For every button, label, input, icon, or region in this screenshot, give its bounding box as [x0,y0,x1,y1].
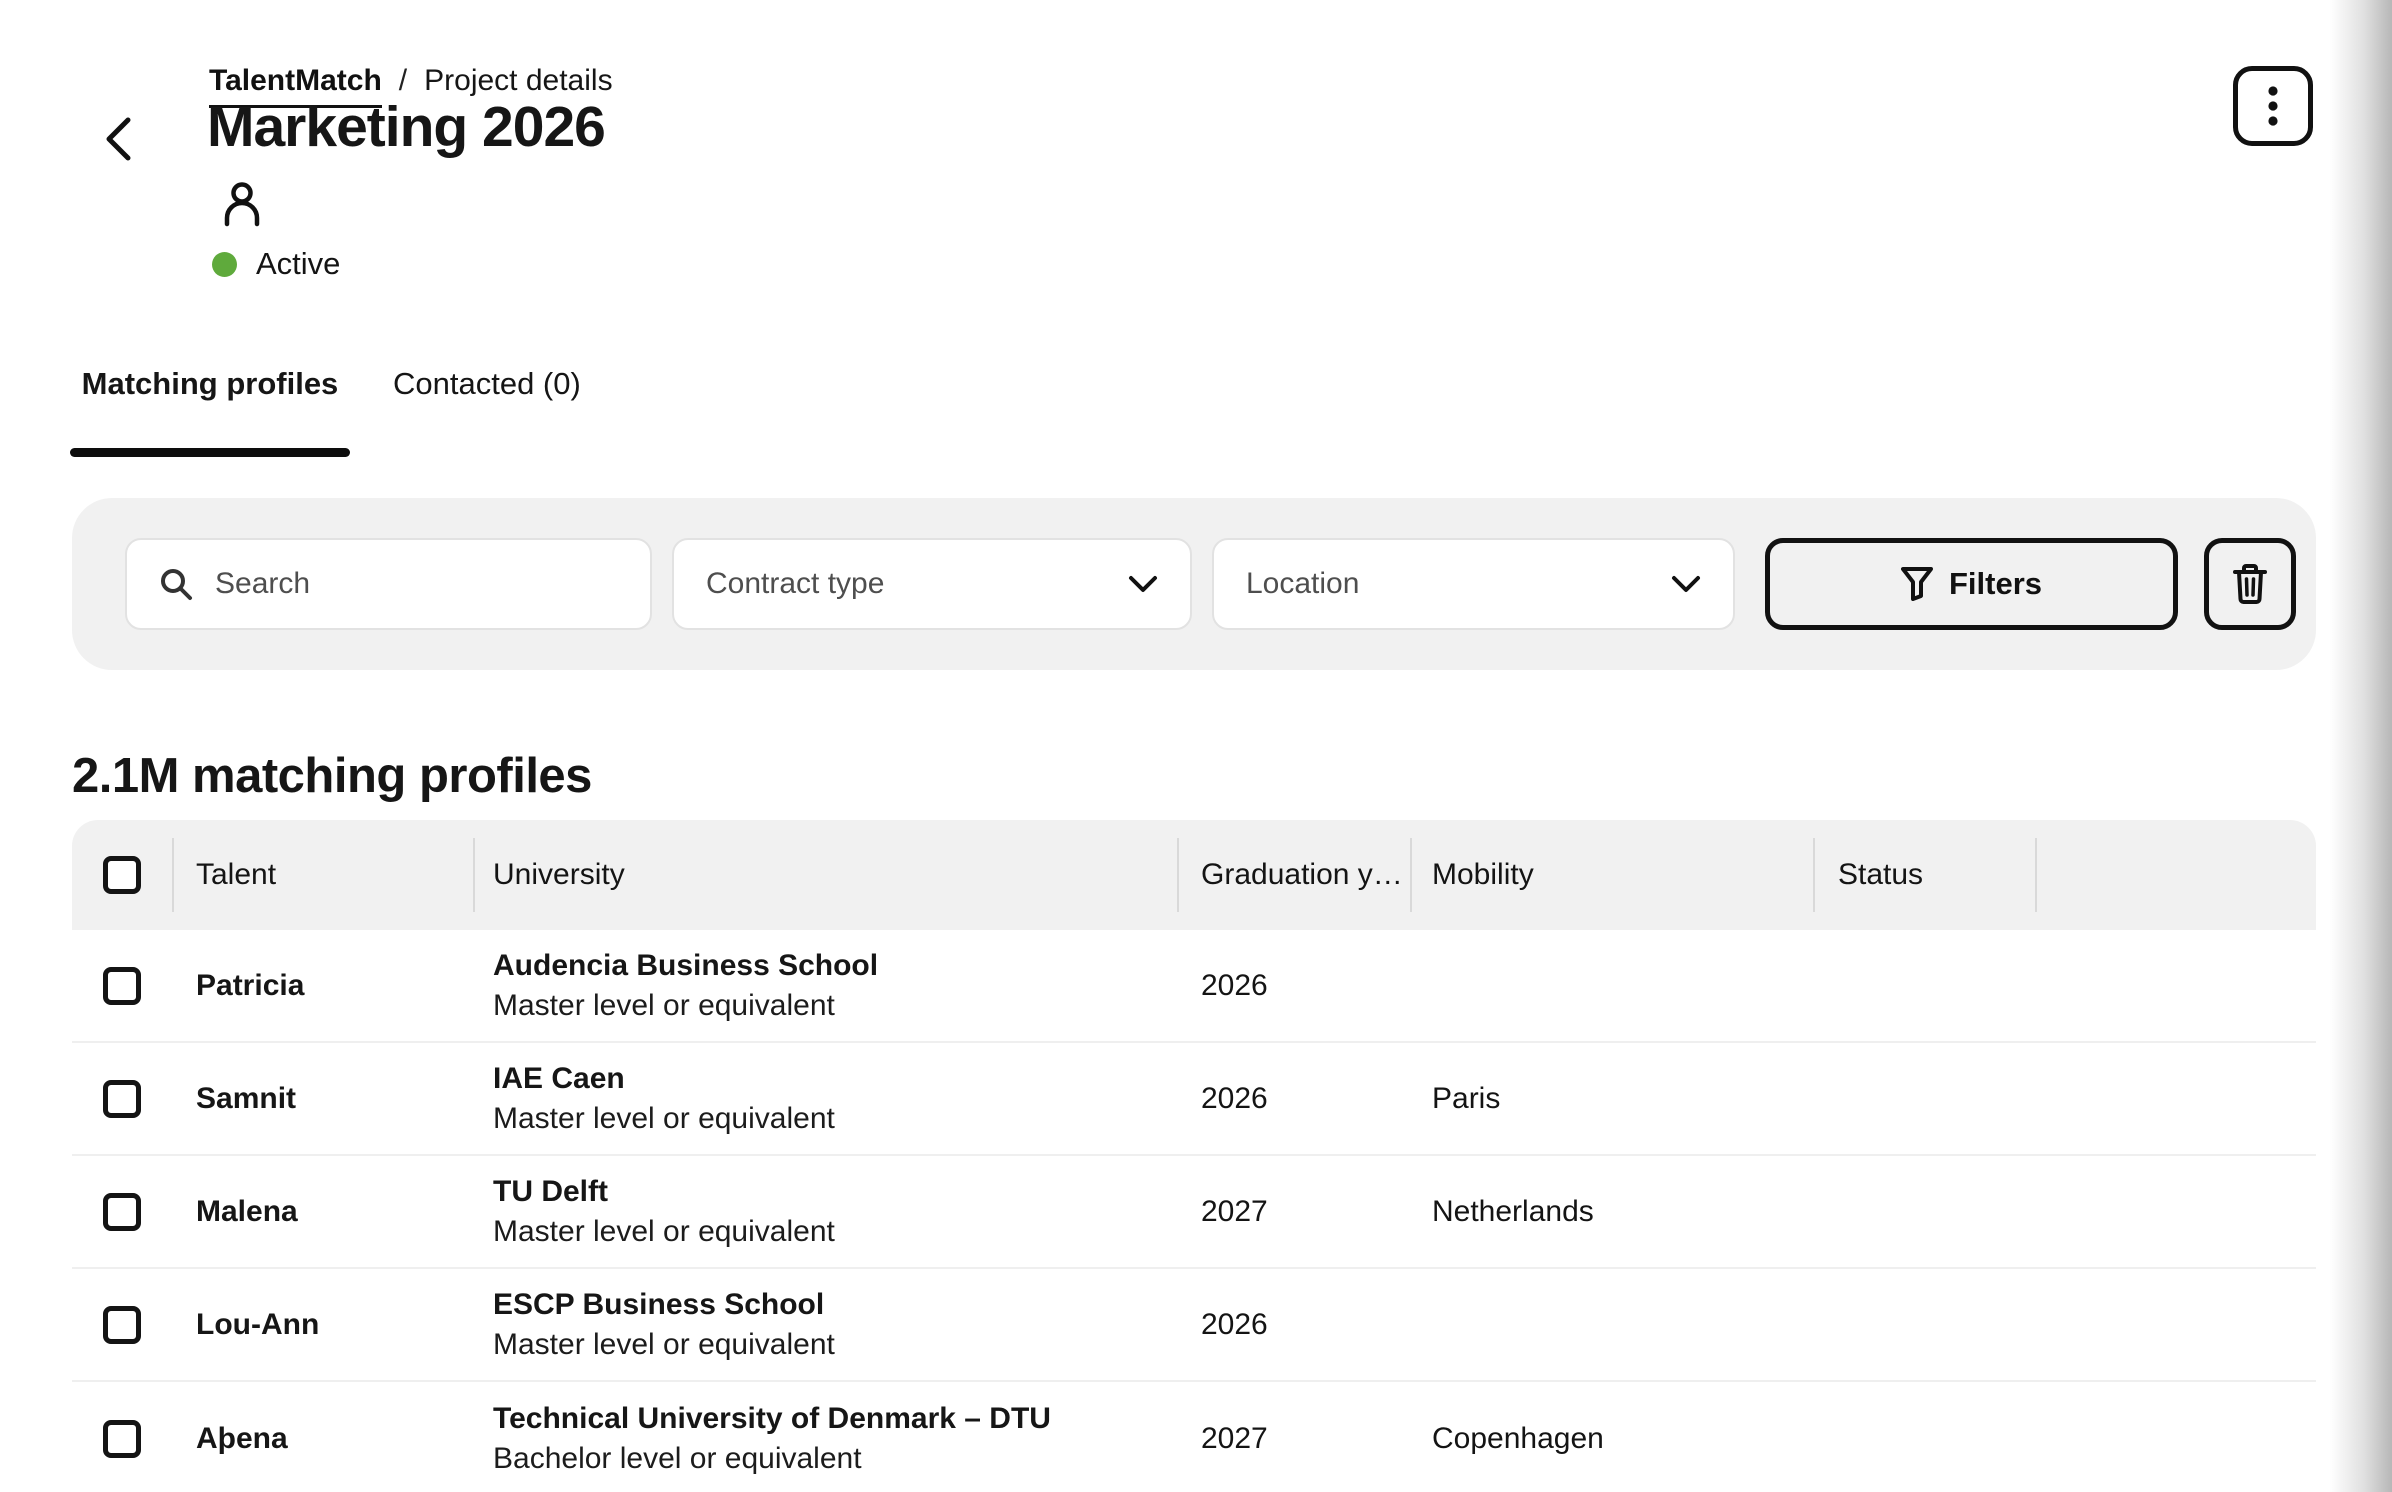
chevron-down-icon [1671,575,1701,593]
graduation-year: 2026 [1177,969,1410,1003]
column-divider [1410,838,1412,912]
trash-icon [2232,563,2268,605]
column-header-talent: Talent [172,858,473,892]
graduation-year: 2027 [1177,1195,1410,1229]
table-row[interactable]: Malena TU Delft Master level or equivale… [72,1156,2316,1269]
degree-level: Master level or equivalent [493,1325,1177,1365]
header-checkbox-cell [72,856,172,894]
talent-name: Patricia [172,969,473,1003]
row-checkbox[interactable] [103,967,141,1005]
back-button[interactable] [96,112,140,166]
table-row[interactable]: Samnit IAE Caen Master level or equivale… [72,1043,2316,1156]
table-row[interactable]: Patricia Audencia Business School Master… [72,930,2316,1043]
project-details-page: TalentMatch / Project details Marketing … [0,0,2392,1492]
search-field[interactable] [125,538,652,630]
row-checkbox[interactable] [103,1080,141,1118]
chevron-left-icon [103,115,133,163]
person-icon [222,182,262,228]
column-header-mobility: Mobility [1410,858,1813,892]
column-divider [1813,838,1815,912]
clear-filters-button[interactable] [2204,538,2296,630]
active-tab-underline [70,448,350,457]
talent-name: Aþena [172,1422,473,1456]
degree-level: Master level or equivalent [493,986,1177,1026]
page-edge-gradient [2330,0,2392,1492]
university-name: Technical University of Denmark – DTU [493,1399,1177,1439]
mobility: Netherlands [1410,1195,1813,1229]
filters-button[interactable]: Filters [1765,538,2178,630]
kebab-menu-icon [2267,85,2279,127]
degree-level: Master level or equivalent [493,1212,1177,1252]
column-divider [473,838,475,912]
more-options-button[interactable] [2233,66,2313,146]
column-divider [2035,838,2037,912]
talent-name: Lou-Ann [172,1308,473,1342]
mobility: Copenhagen [1410,1422,1813,1456]
column-header-status: Status [1813,858,2035,892]
table-row[interactable]: Lou-Ann ESCP Business School Master leve… [72,1269,2316,1382]
column-divider [172,838,174,912]
location-select[interactable]: Location [1212,538,1735,630]
chevron-down-icon [1128,575,1158,593]
page-title: Marketing 2026 [207,94,605,160]
row-checkbox[interactable] [103,1420,141,1458]
tab-contacted[interactable]: Contacted (0) [393,366,581,402]
filter-bar: Contract type Location Filters [72,498,2316,670]
funnel-icon [1901,567,1933,601]
table-header-row: Talent University Graduation y… Mobility… [72,820,2316,930]
select-all-checkbox[interactable] [103,856,141,894]
university-name: ESCP Business School [493,1285,1177,1325]
university-name: IAE Caen [493,1059,1177,1099]
university-name: TU Delft [493,1172,1177,1212]
status-label: Active [256,246,340,282]
row-checkbox[interactable] [103,1193,141,1231]
project-status: Active [212,246,340,282]
table-row[interactable]: Aþena Technical University of Denmark – … [72,1382,2316,1492]
graduation-year: 2026 [1177,1308,1410,1342]
contract-type-label: Contract type [706,567,884,601]
university-name: Audencia Business School [493,946,1177,986]
filters-button-label: Filters [1949,566,2042,602]
status-dot-icon [212,252,237,277]
column-divider [1177,838,1179,912]
column-header-graduation-year: Graduation y… [1177,858,1410,892]
graduation-year: 2027 [1177,1422,1410,1456]
talent-name: Samnit [172,1082,473,1116]
contract-type-select[interactable]: Contract type [672,538,1192,630]
degree-level: Bachelor level or equivalent [493,1439,1177,1479]
matching-profiles-table: Talent University Graduation y… Mobility… [72,820,2316,1492]
location-label: Location [1246,567,1359,601]
graduation-year: 2026 [1177,1082,1410,1116]
search-icon [159,567,193,601]
row-checkbox[interactable] [103,1306,141,1344]
talent-name: Malena [172,1195,473,1229]
degree-level: Master level or equivalent [493,1099,1177,1139]
tab-matching-profiles[interactable]: Matching profiles [70,366,350,402]
results-count-heading: 2.1M matching profiles [72,748,592,804]
column-header-university: University [473,858,1177,892]
mobility: Paris [1410,1082,1813,1116]
search-input[interactable] [215,567,615,601]
